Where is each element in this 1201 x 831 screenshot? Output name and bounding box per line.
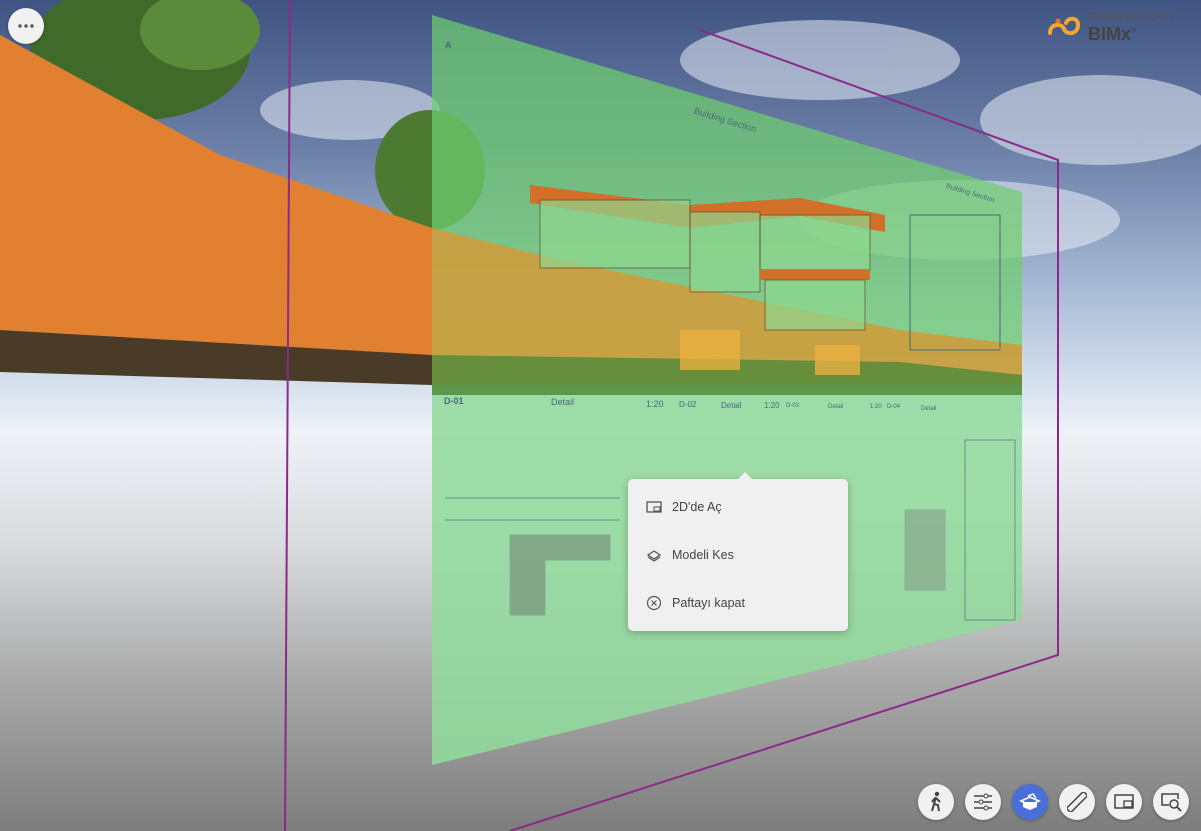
bimx-logo-icon [1048, 16, 1081, 35]
ruler-icon [1067, 792, 1087, 812]
close-circle-icon [646, 595, 662, 611]
detail-d01-title: Detail [551, 397, 575, 407]
zoom-screen-icon [1161, 793, 1182, 812]
detail-d03-title: Detail [828, 404, 844, 410]
cut-model-icon [646, 550, 662, 562]
brand-line1: GRAPHISOFT [1088, 9, 1176, 24]
detail-d01-label: D-01 [444, 396, 464, 406]
section-box-button[interactable] [1012, 784, 1048, 820]
detail-d04-title: Detail [921, 406, 937, 412]
zoom-view-button[interactable] [1153, 784, 1189, 820]
detail-d02-title: Detail [721, 401, 742, 410]
sheet-icon [1114, 794, 1134, 809]
menu-item-open-2d[interactable]: 2D'de Aç [628, 487, 848, 527]
brand-mark: ® [1131, 28, 1137, 35]
sheet-context-menu: 2D'de Aç Modeli Kes Paftayı kapat [628, 472, 848, 631]
more-options-button[interactable] [8, 8, 44, 44]
walk-button[interactable] [918, 784, 954, 820]
measure-button[interactable] [1059, 784, 1095, 820]
graphisoft-bimx-logo: GRAPHISOFT BIMx® [1046, 10, 1176, 43]
detail-d03-label: D-03 [786, 403, 800, 409]
menu-item-close-sheet[interactable]: Paftayı kapat [628, 583, 848, 623]
3d-viewport[interactable] [0, 0, 1201, 831]
detail-d02-scale: 1:20 [764, 401, 780, 410]
menu-item-label: Paftayı kapat [672, 596, 745, 610]
menu-item-cut-model[interactable]: Modeli Kes [628, 535, 848, 575]
brand-line2: BIMx [1088, 24, 1132, 44]
sliders-icon [974, 793, 992, 811]
menu-item-label: Modeli Kes [672, 548, 734, 562]
detail-d03-scale: 1:20 [870, 404, 882, 410]
walk-icon [931, 791, 941, 812]
detail-d04-label: D-04 [887, 404, 901, 410]
sheets-button[interactable] [1106, 784, 1142, 820]
sheet-label-a: A [445, 40, 452, 50]
menu-item-label: 2D'de Aç [672, 500, 722, 514]
bottom-toolbar [918, 784, 1189, 820]
detail-d02-label: D-02 [679, 400, 697, 409]
section-box-icon [1019, 793, 1041, 810]
detail-d01-scale: 1:20 [646, 399, 664, 409]
open-2d-icon [646, 501, 662, 513]
ellipsis-icon [18, 24, 34, 28]
settings-button[interactable] [965, 784, 1001, 820]
